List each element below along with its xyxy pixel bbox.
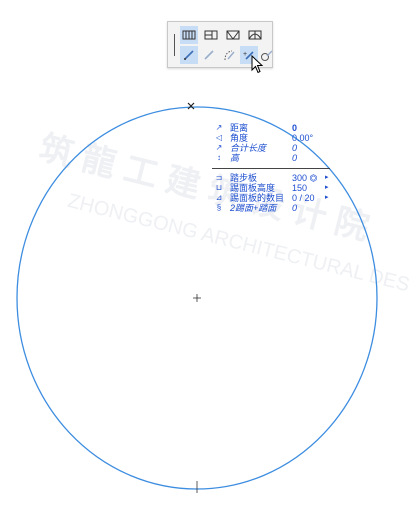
- height-label: 高: [230, 153, 240, 163]
- riser-count-value[interactable]: 0 / 20: [292, 193, 315, 203]
- center-cross-marker: [193, 294, 201, 302]
- pen-line-disabled-icon[interactable]: [200, 46, 218, 64]
- stair-rule-label: 2踢面+踏面: [230, 203, 277, 213]
- pen-polyline-icon[interactable]: [180, 46, 198, 64]
- distance-value[interactable]: 0: [292, 123, 297, 133]
- riser-count-icon: ⊿: [215, 193, 223, 202]
- tread-icon: ⊐: [215, 173, 223, 182]
- svg-text:+: +: [243, 51, 247, 58]
- mouse-pointer-icon: [251, 55, 264, 74]
- riser-height-arrow-icon[interactable]: ▸: [325, 183, 329, 193]
- stair-winder-icon[interactable]: [224, 26, 242, 44]
- tracker-row-tread[interactable]: ⊐ 踏步板 300 ⏣ ▸: [212, 173, 330, 183]
- riser-height-label: 踢面板高度: [230, 183, 276, 193]
- height-icon: ↕: [217, 153, 221, 162]
- riser-height-icon: ⊔: [215, 183, 223, 192]
- tread-arrow-icon[interactable]: ▸: [325, 173, 329, 183]
- total-length-value[interactable]: 0: [292, 143, 297, 153]
- start-point-marker: [187, 102, 195, 110]
- pen-arc-icon[interactable]: [220, 46, 238, 64]
- stair-curved-icon[interactable]: [246, 26, 264, 44]
- stair-landing-icon[interactable]: [202, 26, 220, 44]
- distance-icon: ↗: [215, 123, 223, 132]
- angle-label: 角度: [230, 133, 249, 143]
- tracker-row-total-length[interactable]: ↗ 合计长度 0: [212, 143, 330, 153]
- drawing-canvas[interactable]: 筑 龍 工 建 筑 设 计 院 ZHONGGONG ARCHITECTURAL …: [0, 0, 409, 512]
- tracker-row-angle[interactable]: ◁ 角度 0.00°: [212, 133, 330, 143]
- tracker-row-distance[interactable]: ↗ 距离 0: [212, 123, 330, 133]
- tread-label: 踏步板: [230, 173, 258, 183]
- angle-icon: ◁: [215, 133, 223, 142]
- height-value[interactable]: 0: [292, 153, 297, 163]
- riser-count-arrow-icon[interactable]: ▸: [325, 193, 329, 203]
- tracker-row-riser-count[interactable]: ⊿ 踢面板的数目 0 / 20 ▸: [212, 193, 330, 203]
- distance-label: 距离: [230, 123, 249, 133]
- tracker-panel: ↗ 距离 0 ◁ 角度 0.00° ↗ 合计长度 0 ↕ 高 0 ⊐ 踏步板 3…: [212, 123, 330, 213]
- riser-count-label: 踢面板的数目: [230, 193, 285, 203]
- tread-value[interactable]: 300 ⏣: [292, 173, 317, 183]
- stair-rule-icon: §: [216, 203, 222, 212]
- total-length-icon: ↗: [215, 143, 223, 152]
- tracker-row-height[interactable]: ↕ 高 0: [212, 153, 330, 163]
- toolbar-grip[interactable]: [174, 34, 175, 56]
- riser-height-value[interactable]: 150: [292, 183, 307, 193]
- tracker-row-riser-height[interactable]: ⊔ 踢面板高度 150 ▸: [212, 183, 330, 193]
- stair-straight-icon[interactable]: [180, 26, 198, 44]
- angle-value[interactable]: 0.00°: [292, 133, 313, 143]
- stair-rule-value[interactable]: 0: [292, 203, 297, 213]
- tracker-row-2r-plus-g[interactable]: § 2踢面+踏面 0: [212, 203, 330, 213]
- total-length-label: 合计长度: [230, 143, 267, 153]
- tracker-separator: [212, 168, 330, 169]
